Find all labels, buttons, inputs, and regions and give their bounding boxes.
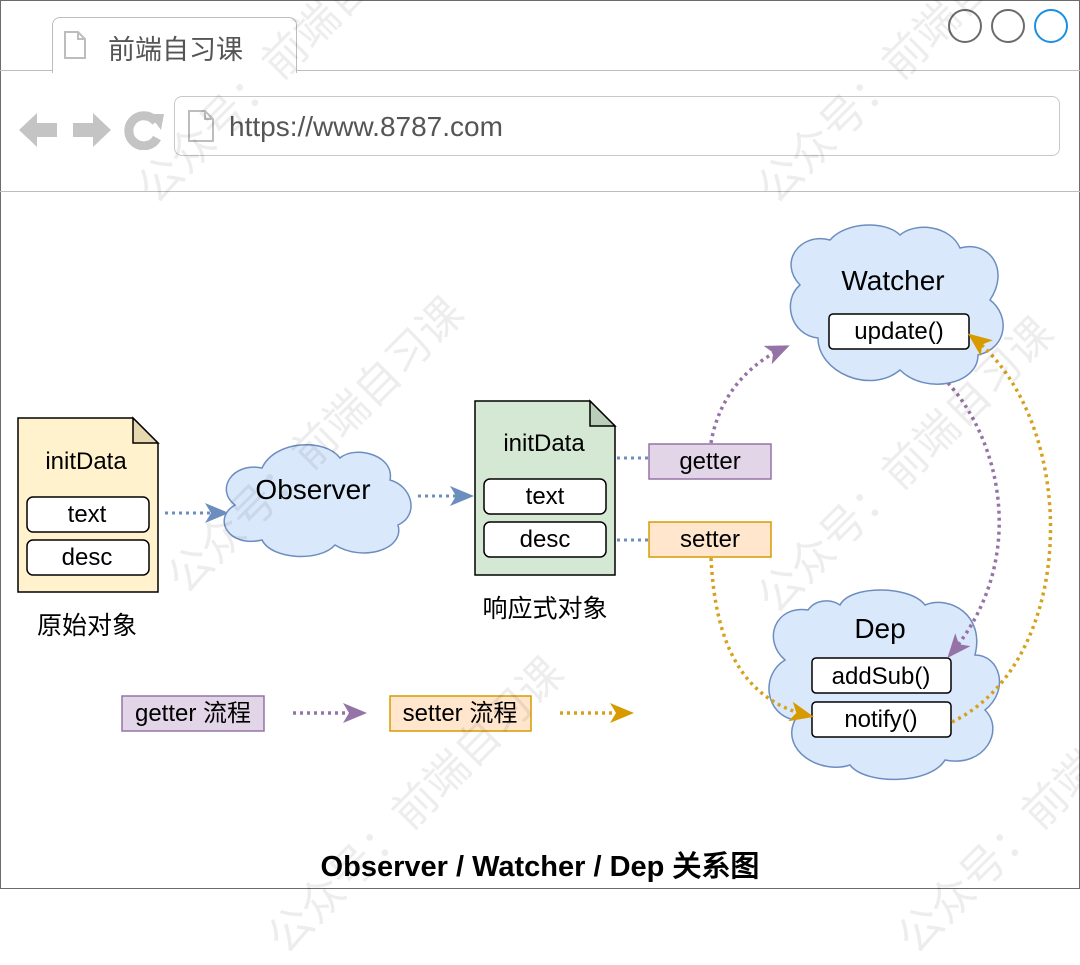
dep-label: Dep: [854, 613, 905, 644]
raw-object-note: initData text desc: [17, 416, 160, 593]
observer-label: Observer: [255, 474, 370, 505]
raw-object-caption: 原始对象: [37, 612, 137, 640]
note-fold: [132, 416, 160, 444]
reactive-field-text-label: text: [526, 483, 565, 510]
reactive-object-title: initData: [503, 430, 585, 457]
legend-getter-label: getter 流程: [135, 700, 251, 727]
watcher-method-update-label: update(): [854, 318, 943, 345]
raw-field-desc-label: desc: [62, 544, 113, 571]
raw-field-text-label: text: [68, 501, 107, 528]
reactive-object-caption: 响应式对象: [482, 595, 607, 623]
getter-label: getter: [679, 448, 740, 475]
setter-label: setter: [680, 526, 740, 553]
reactive-object-note: initData text desc: [474, 399, 617, 576]
diagram-title: Observer / Watcher / Dep 关系图: [320, 851, 760, 883]
dep-method-addsub-label: addSub(): [832, 663, 931, 690]
diagram-canvas: initData text desc 原始对象 Observer initDat…: [17, 224, 1053, 781]
legend-setter-label: setter 流程: [403, 700, 518, 727]
raw-object-title: initData: [45, 448, 127, 475]
watcher-label: Watcher: [841, 265, 944, 296]
reactive-field-desc-label: desc: [520, 526, 571, 553]
arrow-getter-to-watcher: [709, 345, 790, 444]
watcher-cloud: [789, 224, 1004, 385]
note-fold: [589, 399, 617, 427]
dep-method-notify-label: notify(): [844, 706, 917, 733]
